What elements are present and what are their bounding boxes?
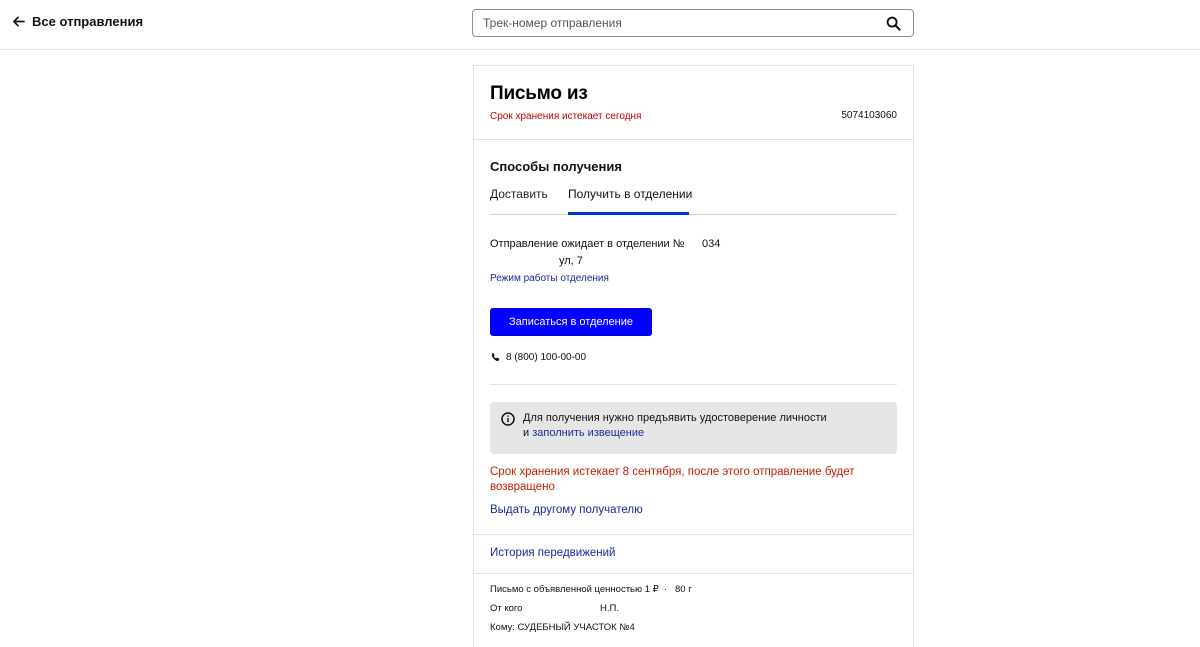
history-link[interactable]: История передвижений xyxy=(490,547,615,559)
storage-expires-today: Срок хранения истекает сегодня xyxy=(490,111,642,122)
office-street: ул, 7 xyxy=(559,255,583,267)
detail-from-name: Н.П. xyxy=(600,603,619,614)
search-box xyxy=(472,9,914,37)
detail-type-row: Письмо с объявленной ценностью 1 ₽ · 80 … xyxy=(490,584,692,595)
id-required-notice: Для получения нужно предъявить удостовер… xyxy=(490,402,897,454)
info-circle-icon xyxy=(501,412,515,426)
receive-tabs: Доставить Получить в отделении xyxy=(490,182,897,215)
detail-weight: 80 г xyxy=(675,584,692,595)
search-input[interactable] xyxy=(473,10,879,36)
detail-type: Письмо с объявленной ценностью 1 ₽ xyxy=(490,584,659,595)
tab-deliver[interactable]: Доставить xyxy=(490,187,548,201)
signup-office-button[interactable]: Записаться в отделение xyxy=(490,308,652,336)
phone-number[interactable]: 8 (800) 100-00-00 xyxy=(506,352,586,363)
phone-icon xyxy=(491,352,500,362)
office-number: 034 xyxy=(702,238,721,250)
arrow-left-icon xyxy=(13,16,25,27)
shipment-card: Письмо из Срок хранения истекает сегодня… xyxy=(473,65,914,647)
detail-to-row: Кому: СУДЕБНЫЙ УЧАСТОК №4 xyxy=(490,622,635,633)
page-title: Письмо из xyxy=(490,83,588,104)
card-header: Письмо из Срок хранения истекает сегодня… xyxy=(474,66,913,140)
notice-line-2: и заполнить извещение xyxy=(523,427,644,439)
search-icon xyxy=(886,16,901,31)
back-link[interactable]: Все отправления xyxy=(12,14,143,29)
detail-from-row: От кого Н.П. xyxy=(490,603,619,614)
detail-from-label: От кого xyxy=(490,603,523,614)
notice-line-1: Для получения нужно предъявить удостовер… xyxy=(523,412,827,424)
top-bar: Все отправления xyxy=(0,0,1200,50)
detail-separator: · xyxy=(664,584,668,595)
receive-methods-title: Способы получения xyxy=(490,159,622,174)
search-button[interactable] xyxy=(879,10,907,36)
history-section: История передвижений xyxy=(474,534,913,574)
section-divider xyxy=(490,384,897,385)
office-hours-link[interactable]: Режим работы отделения xyxy=(490,273,609,284)
phone-row: 8 (800) 100-00-00 xyxy=(490,352,586,363)
office-waiting-text: Отправление ожидает в отделении № xyxy=(490,238,685,250)
fill-notice-link[interactable]: заполнить извещение xyxy=(532,427,644,439)
office-info: Отправление ожидает в отделении № 034 ул… xyxy=(490,236,790,267)
track-number: 5074103060 xyxy=(841,110,897,121)
back-link-label: Все отправления xyxy=(32,14,144,29)
notice-prefix: и xyxy=(523,427,530,439)
storage-expires-warning: Срок хранения истекает 8 сентября, после… xyxy=(490,466,855,493)
other-recipient-link[interactable]: Выдать другому получателю xyxy=(490,504,643,516)
active-tab-indicator xyxy=(568,212,689,215)
tab-pickup[interactable]: Получить в отделении xyxy=(568,187,692,201)
